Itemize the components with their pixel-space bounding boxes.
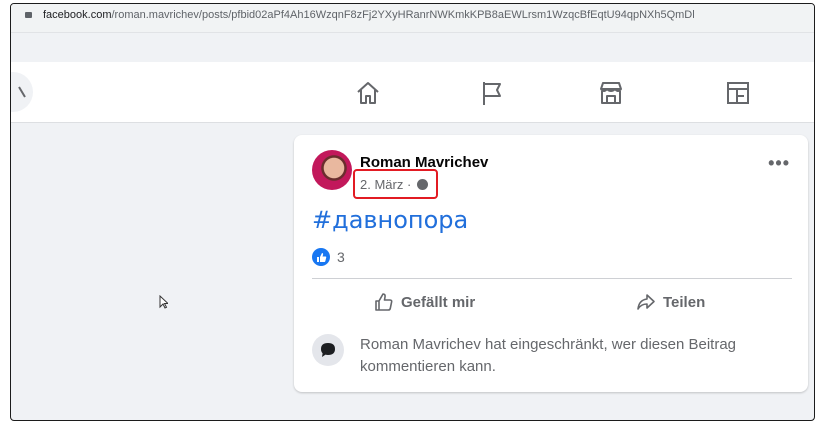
comment-restriction-notice: Roman Mavrichev hat eingeschränkt, wer d… bbox=[360, 336, 737, 375]
date-highlight-box bbox=[353, 169, 438, 199]
url-text[interactable]: facebook.com/roman.mavrichev/posts/pfbid… bbox=[43, 9, 695, 21]
thumbs-up-icon bbox=[375, 293, 393, 311]
url-host: facebook.com bbox=[43, 9, 112, 21]
url-path: /roman.mavrichev/posts/pfbid02aPf4Ah16Wz… bbox=[111, 9, 695, 21]
hashtag-link[interactable]: #давнопора bbox=[312, 206, 468, 234]
like-label: Gefällt mir bbox=[401, 293, 476, 311]
share-icon bbox=[637, 294, 655, 310]
post-card: Roman Mavrichev 2. März · ••• #давнопора… bbox=[294, 135, 808, 392]
reaction-count: 3 bbox=[337, 249, 345, 265]
like-reaction-icon bbox=[312, 248, 330, 266]
search-button[interactable] bbox=[11, 72, 33, 112]
home-icon[interactable] bbox=[354, 79, 382, 107]
mouse-cursor-icon bbox=[159, 295, 168, 309]
actions-divider bbox=[312, 278, 792, 279]
search-icon bbox=[18, 86, 26, 98]
more-options-button[interactable]: ••• bbox=[768, 153, 790, 174]
share-label: Teilen bbox=[663, 293, 706, 311]
top-navigation bbox=[11, 62, 814, 123]
lock-icon bbox=[25, 12, 32, 18]
address-bar[interactable]: facebook.com/roman.mavrichev/posts/pfbid… bbox=[11, 4, 814, 33]
comment-restricted-icon bbox=[312, 334, 344, 366]
flag-icon[interactable] bbox=[478, 79, 506, 107]
avatar[interactable] bbox=[312, 150, 352, 190]
reaction-summary[interactable]: 3 bbox=[312, 247, 345, 267]
browser-window: facebook.com/roman.mavrichev/posts/pfbid… bbox=[10, 3, 815, 421]
like-button[interactable]: Gefällt mir bbox=[374, 285, 475, 319]
gaming-icon[interactable] bbox=[724, 79, 752, 107]
marketplace-icon[interactable] bbox=[597, 79, 625, 107]
share-button[interactable]: Teilen bbox=[636, 285, 705, 319]
